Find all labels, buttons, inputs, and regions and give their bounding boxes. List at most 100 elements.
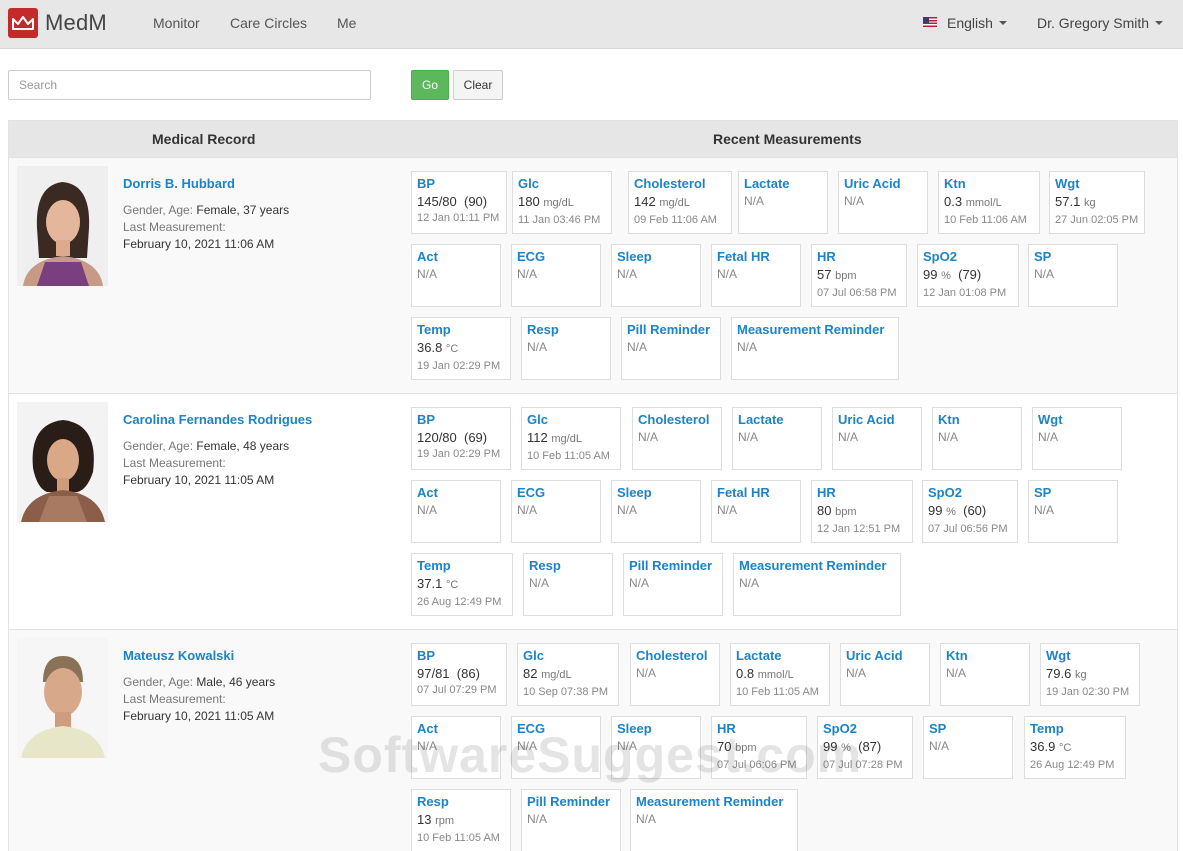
measurement-tile[interactable]: BP 97/81 (86) 07 Jul 07:29 PM (411, 643, 507, 706)
gender-age-value: Male, 46 years (196, 675, 276, 689)
measurement-name: SpO2 (823, 721, 857, 736)
measurement-tile[interactable]: Wgt 57.1 kg 27 Jun 02:05 PM (1049, 171, 1145, 234)
brand-name[interactable]: MedM (45, 10, 107, 36)
measurement-time: 19 Jan 02:29 PM (417, 360, 501, 372)
measurement-tile[interactable]: HR 57 bpm 07 Jul 06:58 PM (811, 244, 907, 307)
nav-care-circles[interactable]: Care Circles (230, 15, 307, 31)
measurement-tile[interactable]: Wgt N/A (1032, 407, 1122, 470)
measurement-tile[interactable]: Uric Acid N/A (832, 407, 922, 470)
gender-age-label: Gender, Age: (123, 203, 194, 217)
measurement-name: HR (817, 485, 836, 500)
language-dropdown[interactable]: English (947, 15, 1007, 31)
measurement-unit: bpm (835, 270, 857, 282)
measurement-tile[interactable]: Ktn N/A (932, 407, 1022, 470)
measurement-name: Lactate (744, 176, 790, 191)
measurement-name: Ktn (944, 176, 966, 191)
measurement-tile[interactable]: Temp 37.1 °C 26 Aug 12:49 PM (411, 553, 513, 616)
measurement-tile[interactable]: Uric Acid N/A (840, 643, 930, 706)
measurement-tile[interactable]: Cholesterol 142 mg/dL 09 Feb 11:06 AM (628, 171, 732, 234)
measurement-tile[interactable]: ECG N/A (511, 480, 601, 543)
measurement-tile[interactable]: Act N/A (411, 716, 501, 779)
measurement-time: 07 Jul 06:56 PM (928, 523, 1008, 535)
measurement-value: 99 % (79) (923, 266, 1013, 285)
measurement-value: 36.8 °C (417, 339, 505, 358)
patient-photo[interactable] (17, 402, 108, 522)
measurement-na: N/A (617, 267, 638, 281)
measurement-tile[interactable]: SP N/A (1028, 244, 1118, 307)
measurement-tile[interactable]: Ktn 0.3 mmol/L 10 Feb 11:06 AM (938, 171, 1040, 234)
measurement-tile[interactable]: Temp 36.9 °C 26 Aug 12:49 PM (1024, 716, 1126, 779)
measurement-unit: °C (445, 579, 459, 591)
measurement-tile[interactable]: Lactate N/A (738, 171, 828, 234)
measurement-tile[interactable]: SpO2 99 % (60) 07 Jul 06:56 PM (922, 480, 1018, 543)
measurement-tile[interactable]: Pill Reminder N/A (621, 317, 721, 380)
patient-photo[interactable] (17, 638, 108, 758)
measurement-tile[interactable]: SpO2 99 % (87) 07 Jul 07:28 PM (817, 716, 913, 779)
measurement-tile[interactable]: Pill Reminder N/A (623, 553, 723, 616)
gender-age-label: Gender, Age: (123, 439, 194, 453)
measurement-na: N/A (737, 340, 758, 354)
measurement-tile[interactable]: Measurement Reminder N/A (630, 789, 798, 851)
measurement-tile[interactable]: Sleep N/A (611, 244, 701, 307)
measurement-tile[interactable]: SP N/A (1028, 480, 1118, 543)
measurement-tile[interactable]: Fetal HR N/A (711, 244, 801, 307)
measurement-tile[interactable]: ECG N/A (511, 716, 601, 779)
patient-photo[interactable] (17, 166, 108, 286)
user-dropdown[interactable]: Dr. Gregory Smith (1037, 15, 1164, 31)
measurement-tile[interactable]: Glc 112 mg/dL 10 Feb 11:05 AM (521, 407, 621, 470)
patient-name[interactable]: Dorris B. Hubbard (123, 176, 235, 191)
patient-name[interactable]: Carolina Fernandes Rodrigues (123, 412, 312, 427)
measurement-tile[interactable]: Fetal HR N/A (711, 480, 801, 543)
clear-button[interactable]: Clear (453, 70, 503, 100)
measurement-tile[interactable]: Sleep N/A (611, 480, 701, 543)
measurement-number: 57.1 (1055, 194, 1081, 209)
measurement-time: 26 Aug 12:49 PM (417, 596, 502, 608)
measurement-tile[interactable]: Glc 180 mg/dL 11 Jan 03:46 PM (512, 171, 612, 234)
measurement-tile[interactable]: Cholesterol N/A (630, 643, 720, 706)
nav-me[interactable]: Me (337, 15, 356, 31)
measurement-tile[interactable]: Resp N/A (521, 317, 611, 380)
measurement-tile[interactable]: Lactate 0.8 mmol/L 10 Feb 11:05 AM (730, 643, 830, 706)
measurement-name: Act (417, 721, 438, 736)
measurement-name: Temp (1030, 721, 1064, 736)
measurement-tile[interactable]: Lactate N/A (732, 407, 822, 470)
measurement-tile[interactable]: HR 70 bpm 07 Jul 06:06 PM (711, 716, 807, 779)
measurement-number: 79.6 (1046, 666, 1072, 681)
measurement-tile[interactable]: Ktn N/A (940, 643, 1030, 706)
measurement-na: N/A (744, 194, 765, 208)
measurement-tile[interactable]: SP N/A (923, 716, 1013, 779)
measurement-tile[interactable]: Temp 36.8 °C 19 Jan 02:29 PM (411, 317, 511, 380)
measurement-tile[interactable]: Wgt 79.6 kg 19 Jan 02:30 PM (1040, 643, 1140, 706)
medm-logo[interactable] (8, 8, 38, 38)
measurement-tile[interactable]: BP 120/80 (69) 19 Jan 02:29 PM (411, 407, 511, 470)
measurement-name: Cholesterol (636, 648, 708, 663)
last-measurement-label: Last Measurement: (123, 456, 226, 470)
measurement-tile[interactable]: Uric Acid N/A (838, 171, 928, 234)
patient-name[interactable]: Mateusz Kowalski (123, 648, 234, 663)
measurement-tile[interactable]: Measurement Reminder N/A (731, 317, 899, 380)
measurement-value: 0.3 mmol/L (944, 193, 1034, 212)
measurement-name: Measurement Reminder (737, 322, 885, 337)
measurement-na: N/A (717, 503, 738, 517)
measurement-tile[interactable]: Sleep N/A (611, 716, 701, 779)
measurement-unit: rpm (435, 815, 455, 827)
measurement-tile[interactable]: Resp N/A (523, 553, 613, 616)
go-button[interactable]: Go (411, 70, 449, 100)
measurement-tile[interactable]: Resp 13 rpm 10 Feb 11:05 AM (411, 789, 511, 851)
measurement-tile[interactable]: Pill Reminder N/A (521, 789, 621, 851)
measurement-tile[interactable]: Act N/A (411, 480, 501, 543)
measurement-tile[interactable]: BP 145/80 (90) 12 Jan 01:11 PM (411, 171, 507, 234)
measurement-tile[interactable]: Glc 82 mg/dL 10 Sep 07:38 PM (517, 643, 619, 706)
measurement-number: 120/80 (417, 430, 457, 445)
measurement-unit: % (841, 742, 851, 754)
measurement-tile[interactable]: ECG N/A (511, 244, 601, 307)
measurement-tile[interactable]: Measurement Reminder N/A (733, 553, 901, 616)
measurement-tile[interactable]: Cholesterol N/A (632, 407, 722, 470)
nav-monitor[interactable]: Monitor (153, 15, 200, 31)
measurement-tile[interactable]: HR 80 bpm 12 Jan 12:51 PM (811, 480, 913, 543)
measurement-tile[interactable]: SpO2 99 % (79) 12 Jan 01:08 PM (917, 244, 1019, 307)
measurement-na: N/A (938, 430, 959, 444)
measurement-tile[interactable]: Act N/A (411, 244, 501, 307)
search-input[interactable] (8, 70, 371, 100)
measurement-na: N/A (417, 739, 438, 753)
